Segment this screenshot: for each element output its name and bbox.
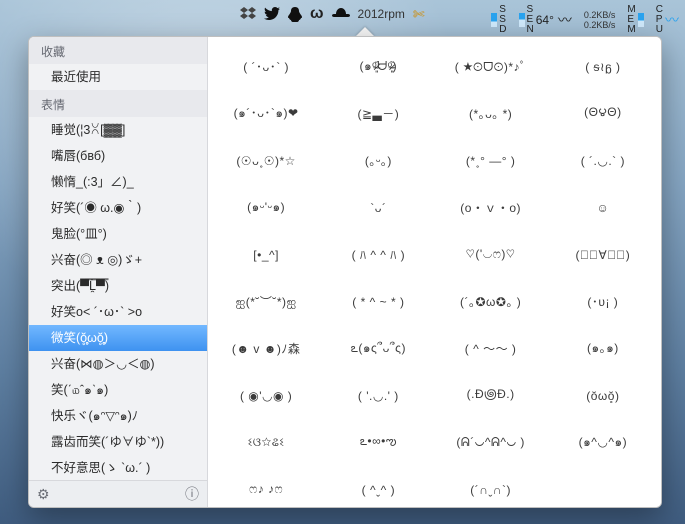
sidebar-item[interactable]: 笑(ˊ௰ˆ๑ˋ๑) [29,377,207,403]
sidebar-item[interactable]: 鬼脸(°皿°) [29,221,207,247]
sidebar-item[interactable]: 好笑o< ´･ω･` >o [29,299,207,325]
mem-indicator[interactable]: MEM [627,5,643,35]
ssd-indicator[interactable]: SSD [491,5,506,35]
emoji-cell[interactable]: ఽ(๑ς՞ᴗ՞ς) [322,325,434,372]
sidebar-item[interactable]: 嘴唇(бвб) [29,143,207,169]
emoji-cell[interactable]: (･υ¡ ) [547,278,659,325]
emoji-cell[interactable]: ( ´.◡.` ) [547,137,659,184]
omega-icon[interactable]: ω [310,5,324,23]
sidebar-item[interactable]: 快乐ヾ(๑ᵔ▽ᵔ๑)ﾉ [29,403,207,429]
emoji-cell[interactable]: [•_^] [210,231,322,278]
sidebar-section-header: 表情 [29,90,207,117]
emoji-cell[interactable]: (´∩ˬ∩`) [435,466,547,507]
emoji-cell[interactable]: ( ^ˬ^ ) [322,466,434,507]
scissors-icon[interactable]: ✄ [413,6,425,23]
penguin-icon[interactable] [288,7,302,22]
gear-icon[interactable]: ⚙ [37,486,50,503]
sidebar-section-header: 收藏 [29,37,207,64]
emoji-cell[interactable]: (๑^◡^๑) [547,419,659,466]
emoji-cell[interactable]: (ᕱ´◡^ᕱ^◡ ) [435,419,547,466]
sidebar-item[interactable]: 睡觉(¦3ꇤ[▓▓] [29,117,207,143]
emoji-cell[interactable]: (Θ౪Θ) [547,90,659,137]
emoji-cell[interactable]: (´｡✪ω✪｡ ) [435,278,547,325]
temp-indicator[interactable]: SEN 64° 〰 [519,5,572,35]
sidebar-item[interactable]: 突出(▀̿̿Ĺ̯̿̿▀̿) [29,273,207,299]
emoji-cell[interactable]: (☻ v ☻)ﾉ森 [210,325,322,372]
sidebar-item[interactable]: 最近使用 [29,64,207,90]
emoji-cell[interactable]: ଽଓ☆ଌଽ [210,419,322,466]
emoji-cell[interactable]: (๑ᵒ̴̶̷͈᷄ᗨᵒ̴̶̷͈᷅) [322,43,434,90]
sidebar-item[interactable]: 好笑(´◉ ω.◉｀) [29,195,207,221]
sidebar-item[interactable]: 不好意思(ゝ `ω.´ ) [29,455,207,480]
emoji-cell[interactable]: (｡ᵕ｡) [322,137,434,184]
emoji-cell[interactable]: (o・ｖ・o) [435,184,547,231]
emoji-grid: ( ´･ᴗ･` )(๑ᵒ̴̶̷͈᷄ᗨᵒ̴̶̷͈᷅)( ★☉ᗜ☉)*♪ﾟ( ᵴ≀ᵷ… [208,37,661,507]
emoji-cell[interactable]: ( ◉'◡◉ ) [210,372,322,419]
sidebar-item[interactable]: 兴奋(⋈◍＞◡＜◍) [29,351,207,377]
emoji-cell[interactable]: ( * ^ ~ * ) [322,278,434,325]
emoji-cell[interactable]: ( ★☉ᗜ☉)*♪ﾟ [435,43,547,90]
hat-icon[interactable] [332,8,350,20]
emoji-cell[interactable]: ( ^ 〜〜 ) [435,325,547,372]
cpu-indicator[interactable]: CPU 〰 [656,5,679,35]
emoji-grid-wrap: ( ´･ᴗ･` )(๑ᵒ̴̶̷͈᷄ᗨᵒ̴̶̷͈᷅)( ★☉ᗜ☉)*♪ﾟ( ᵴ≀ᵷ… [208,37,661,507]
sidebar-item[interactable]: 懒惰_(:3」∠)_ [29,169,207,195]
sidebar-item[interactable]: 露齿而笑(´ゆ∀ゆ`*)) [29,429,207,455]
emoji-cell[interactable]: (◎ฺ∀◎ฺ) [547,231,659,278]
emoji-cell[interactable]: `ᴗ´ [322,184,434,231]
emoji-cell[interactable]: ஐ(*˘︶˘*)ஐ [210,278,322,325]
emoji-cell[interactable]: (ŏωŏ̥) [547,372,659,419]
sidebar-item[interactable]: 微笑(ŏ̥̥̥̥ωŏ̥̥̥̥) [29,325,207,351]
sidebar-item[interactable]: 兴奋(◎ ᴥ ◎)ゞ+ [29,247,207,273]
emoji-cell[interactable]: ( ´･ᴗ･` ) [210,43,322,90]
emoji-cell[interactable]: ఽ•∞•ఌ [322,419,434,466]
dropbox-icon[interactable] [240,7,256,21]
emoji-cell[interactable]: (๑ᵕ'ᵕ๑) [210,184,322,231]
emoji-cell[interactable]: (*｡ᴗ｡ *) [435,90,547,137]
emoji-cell[interactable]: (.Ð಄Ð.) [435,372,547,419]
sidebar-footer: ⚙ ⓘ [29,480,207,507]
emoji-cell[interactable]: ☺ [547,184,659,231]
menubar: ω 2012rpm ✄ SSD SEN 64° 〰 0.2KB/s 0.2KB/… [0,5,685,27]
twitter-icon[interactable] [264,7,280,21]
rpm-indicator: 2012rpm [358,7,405,21]
emoji-panel: 收藏最近使用表情睡觉(¦3ꇤ[▓▓]嘴唇(бвб)懒惰_(:3」∠)_好笑(´◉… [28,36,662,508]
emoji-cell[interactable]: ( ᵴ≀ᵷ ) [547,43,659,90]
emoji-cell[interactable]: (๑｡๑) [547,325,659,372]
net-indicator[interactable]: 0.2KB/s 0.2KB/s [584,10,616,30]
emoji-cell[interactable]: ( '.◡.' ) [322,372,434,419]
emoji-cell[interactable]: (*˳° —° ) [435,137,547,184]
emoji-cell[interactable]: ( ﾊ ^ ^ ﾊ ) [322,231,434,278]
info-icon[interactable]: ⓘ [185,484,199,504]
emoji-cell[interactable]: (☉ᴗ˳☉)*☆ [210,137,322,184]
emoji-cell[interactable]: (๑´･ᴗ･`๑)❤ [210,90,322,137]
emoji-cell[interactable]: ♡('◡ෆ)♡ [435,231,547,278]
sidebar: 收藏最近使用表情睡觉(¦3ꇤ[▓▓]嘴唇(бвб)懒惰_(:3」∠)_好笑(´◉… [29,37,208,507]
emoji-cell[interactable]: ෆ♪ ♪ෆ [210,466,322,507]
emoji-cell[interactable]: (≧▃－) [322,90,434,137]
